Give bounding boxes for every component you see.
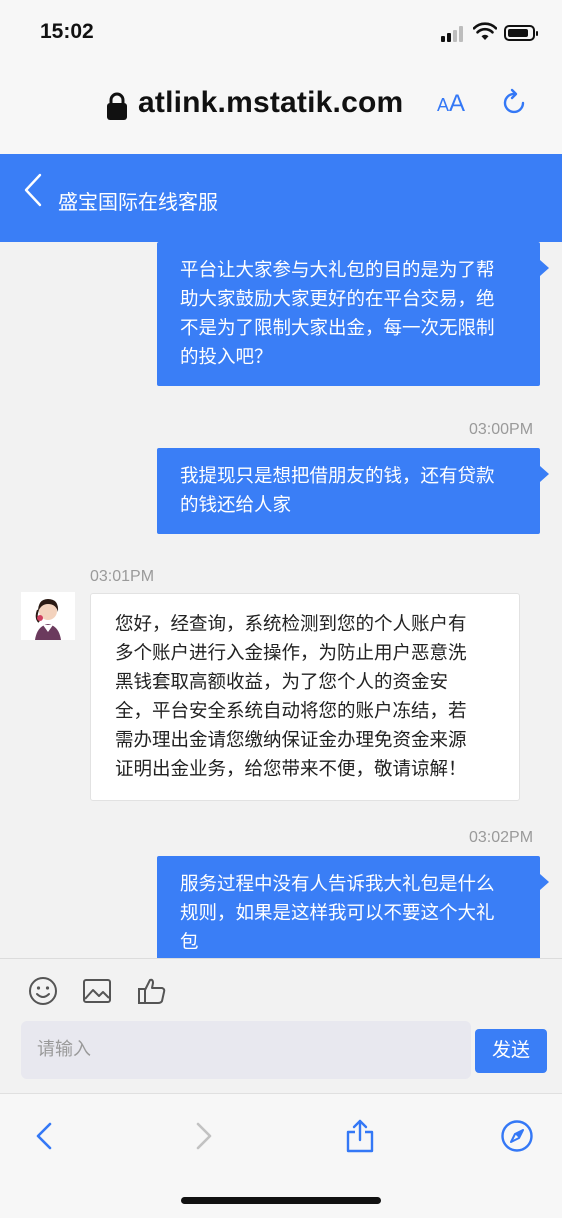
message-line: 不是为了限制大家出金，每一次无限制 bbox=[180, 318, 495, 339]
message-line: 黑钱套取高额收益，为了您个人的资金安 bbox=[115, 672, 449, 693]
back-arrow-icon[interactable] bbox=[22, 172, 44, 208]
message-time: 03:01PM bbox=[90, 568, 155, 585]
compass-icon[interactable] bbox=[500, 1118, 534, 1154]
message-line: 全，平台安全系统自动将您的账户冻结，若 bbox=[115, 701, 467, 722]
message-time: 03:00PM bbox=[469, 421, 534, 438]
message-line: 的钱还给人家 bbox=[180, 495, 292, 516]
message-line: 的投入吧？ bbox=[180, 347, 273, 368]
message-input[interactable]: 请输入 bbox=[21, 1021, 471, 1079]
message-list[interactable]: 平台让大家参与大礼包的目的是为了帮 助大家鼓励大家更好的在平台交易，绝 不是为了… bbox=[0, 242, 562, 958]
message-line: 助大家鼓励大家更好的在平台交易，绝 bbox=[180, 289, 495, 310]
user-message-bubble: 我提现只是想把借朋友的钱，还有贷款 的钱还给人家 bbox=[157, 448, 549, 534]
image-icon[interactable] bbox=[81, 975, 113, 1007]
agent-avatar-image bbox=[21, 592, 75, 640]
agent-message-bubble: 您好，经查询，系统检测到您的个人账户有 多个账户进行入金操作，为防止用户恶意洗 … bbox=[90, 593, 520, 801]
signal-icon bbox=[441, 26, 467, 42]
user-message-bubble: 平台让大家参与大礼包的目的是为了帮 助大家鼓励大家更好的在平台交易，绝 不是为了… bbox=[157, 242, 549, 386]
user-message-bubble: 服务过程中没有人告诉我大礼包是什么 规则，如果是这样我可以不要这个大礼 包 bbox=[157, 856, 549, 958]
battery-icon bbox=[504, 25, 538, 41]
text-size-large-label: A bbox=[449, 90, 466, 117]
share-icon[interactable] bbox=[343, 1118, 377, 1154]
back-icon[interactable] bbox=[28, 1118, 62, 1154]
message-line: 服务过程中没有人告诉我大礼包是什么 bbox=[180, 874, 495, 895]
message-time: 03:02PM bbox=[469, 829, 534, 846]
lock-icon bbox=[107, 92, 127, 120]
agent-avatar bbox=[21, 592, 75, 640]
text-size-button[interactable]: AA bbox=[437, 90, 465, 118]
url-text[interactable]: atlink.mstatik.com bbox=[138, 86, 403, 120]
address-bar[interactable]: atlink.mstatik.com AA bbox=[0, 66, 562, 154]
message-line: 证明出金业务，给您带来不便，敬请谅解！ bbox=[115, 759, 467, 780]
message-line: 规则，如果是这样我可以不要这个大礼 bbox=[180, 903, 495, 924]
send-button[interactable]: 发送 bbox=[475, 1029, 547, 1073]
message-line: 包 bbox=[180, 932, 199, 953]
status-time: 15:02 bbox=[40, 20, 94, 43]
home-indicator[interactable] bbox=[181, 1197, 381, 1204]
status-bar: 15:02 bbox=[0, 0, 562, 66]
emoji-icon[interactable] bbox=[27, 975, 59, 1007]
text-size-small-label: A bbox=[437, 95, 450, 115]
wifi-icon bbox=[473, 22, 497, 40]
battery-level bbox=[508, 29, 528, 37]
message-line: 需办理出金请您缴纳保证金办理免资金来源 bbox=[115, 730, 467, 751]
message-line: 平台让大家参与大礼包的目的是为了帮 bbox=[180, 260, 495, 281]
message-composer: 请输入 发送 bbox=[0, 958, 562, 1093]
forward-icon[interactable] bbox=[186, 1118, 220, 1154]
reload-icon[interactable] bbox=[501, 88, 529, 118]
thumbs-up-icon[interactable] bbox=[136, 975, 168, 1007]
message-line: 多个账户进行入金操作，为防止用户恶意洗 bbox=[115, 643, 467, 664]
chat-title: 盛宝国际在线客服 bbox=[58, 190, 218, 214]
message-line: 您好，经查询，系统检测到您的个人账户有 bbox=[115, 614, 467, 635]
message-line: 我提现只是想把借朋友的钱，还有贷款 bbox=[180, 466, 495, 487]
chat-header: 盛宝国际在线客服 bbox=[0, 154, 562, 242]
